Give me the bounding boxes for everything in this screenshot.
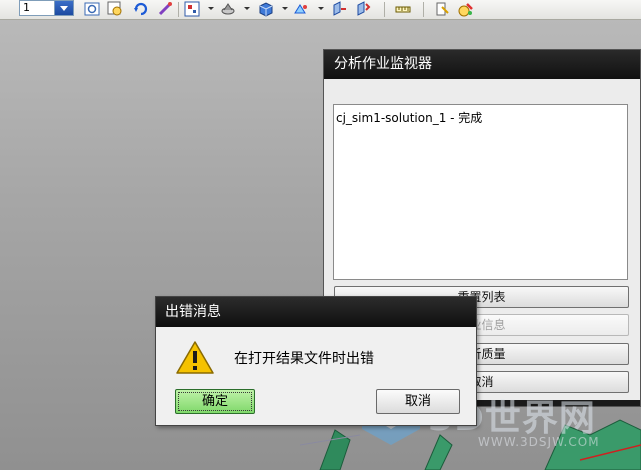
pan-icon[interactable] [157,1,173,17]
layer-select[interactable]: 1 [19,0,74,16]
ok-button[interactable]: 确定 [175,389,255,414]
display-icon[interactable] [293,1,309,17]
dialog-title: 分析作业监视器 [324,50,640,79]
job-list[interactable]: cj_sim1-solution_1 - 完成 [333,104,628,280]
warning-icon [176,341,214,374]
toolbar-separator [178,2,179,17]
list-item[interactable]: cj_sim1-solution_1 - 完成 [336,109,625,126]
orient-alt-icon[interactable] [355,1,371,17]
error-message-dialog: 出错消息 在打开结果文件时出错 确定 取消 [155,296,477,426]
watermark-url: WWW.3DSJW.COM [478,435,600,449]
layer-select-value: 1 [23,1,30,14]
zoom-icon[interactable] [107,1,123,17]
render-style-icon[interactable] [184,1,200,17]
error-message-text: 在打开结果文件时出错 [234,351,374,367]
chevron-down-icon[interactable] [244,7,250,10]
annotate-icon[interactable] [434,1,450,17]
orient-icon[interactable] [331,1,347,17]
toolbar-separator [384,2,385,17]
main-toolbar: 1 [0,0,641,20]
section-icon[interactable] [220,1,236,17]
cancel-button[interactable]: 取消 [376,389,460,414]
color-icon[interactable] [458,1,474,17]
chevron-down-icon[interactable] [208,7,214,10]
measure-icon[interactable] [395,1,411,17]
chevron-down-icon[interactable] [54,1,73,15]
rotate-icon[interactable] [133,1,149,17]
dialog-title: 出错消息 [156,297,476,327]
cube-view-icon[interactable] [258,1,274,17]
fit-view-icon[interactable] [84,1,100,17]
chevron-down-icon[interactable] [282,7,288,10]
toolbar-separator [423,2,424,17]
chevron-down-icon[interactable] [318,7,324,10]
